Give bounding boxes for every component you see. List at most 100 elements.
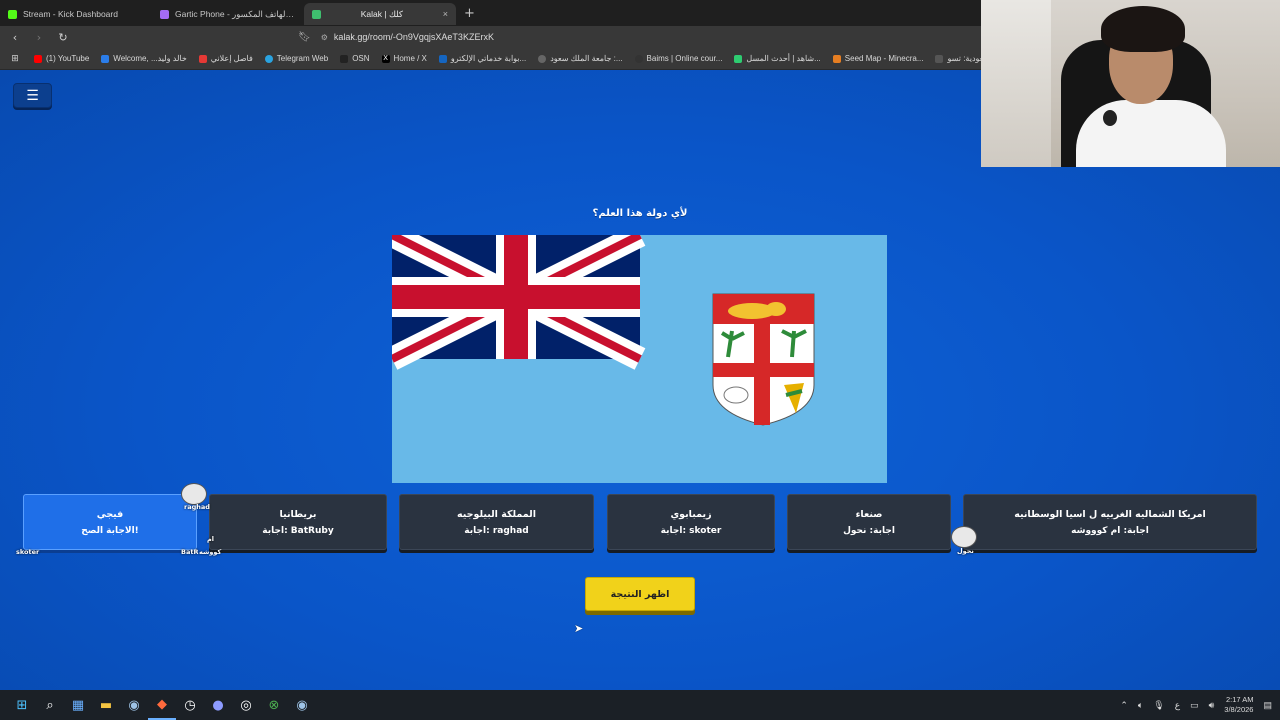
apps-grid-icon[interactable]: ⊞ (8, 54, 22, 64)
clock-app-icon[interactable]: ◷ (176, 690, 204, 720)
streamer-shirt (1076, 100, 1226, 167)
bookmark-item[interactable]: Baims | Online cour... (634, 54, 722, 63)
answer-title: فيجي (96, 508, 124, 520)
site-icon (438, 54, 447, 63)
osn-icon (340, 54, 349, 63)
answer-subtitle: الاجابة الصح! (81, 525, 139, 536)
player-tag-batruby: BatR (181, 548, 199, 556)
speaker-icon[interactable]: 🔈︎ (1138, 700, 1143, 711)
answer-title: امريكا الشماليه الغربيه ل اسيا الوسطانيه (1014, 508, 1206, 520)
menu-icon: ☰ (26, 87, 39, 104)
bookmark-item[interactable]: بوابة خدماتي الإلكترو... (438, 54, 526, 63)
clock-date: 3/8/2026 (1224, 705, 1254, 714)
answer-card[interactable]: زيمبابوي اجابة: skoter (607, 494, 775, 550)
fiji-flag-graphic (392, 235, 887, 483)
site-icon (832, 54, 841, 63)
answer-subtitle: اجابة: BatRuby (262, 525, 334, 536)
discord-icon[interactable]: ● (204, 690, 232, 720)
file-explorer-icon[interactable]: ▬ (92, 690, 120, 720)
clock[interactable]: 2:17 AM 3/8/2026 (1224, 695, 1253, 715)
gartic-icon (160, 9, 169, 19)
union-jack-canton (392, 235, 646, 370)
answer-subtitle: اجابة: raghad (464, 525, 529, 536)
player-avatar-raghad (181, 483, 207, 505)
bookmark-item[interactable]: X Home / X (381, 54, 427, 63)
widgets-icon[interactable]: ▦ (64, 690, 92, 720)
headset-mic (1103, 110, 1117, 126)
answer-title: صنعاء (855, 508, 883, 520)
network-icon[interactable]: ▭ (1190, 700, 1199, 711)
chevron-up-icon[interactable]: ⌃ (1120, 700, 1128, 711)
x-icon: X (381, 54, 390, 63)
answer-subtitle: اجابة: ام كوووشه (1071, 525, 1149, 536)
volume-icon[interactable]: 🔊︎ (1209, 700, 1215, 711)
answer-subtitle: اجابة: نحول (843, 525, 895, 536)
bookmark-item[interactable]: Telegram Web (264, 54, 328, 63)
kalak-icon (312, 9, 321, 19)
url-field[interactable]: ⚙ kalak.gg/room/-On9VgqjsXAeT3KZErxK (321, 32, 494, 42)
back-icon[interactable]: ‹ (8, 31, 22, 44)
search-icon[interactable]: ⌕ (36, 690, 64, 720)
site-info-icon[interactable]: ⚙ (321, 33, 328, 42)
microphone-icon[interactable]: 🎙︎ (1153, 700, 1164, 711)
site-icon (198, 54, 207, 63)
obs-icon[interactable]: ◎ (232, 690, 260, 720)
bookmark-item[interactable]: شاهد | أحدث المسل... (734, 54, 821, 63)
bookmark-item[interactable]: OSN (340, 54, 370, 63)
windows-taskbar: ⊞ ⌕ ▦ ▬ ◉ ◆ ◷ ● ◎ ⊗ ◉ ⌃ 🔈︎ 🎙︎ ع ▭ 🔊︎ 2:1… (0, 690, 1280, 720)
bookmark-item[interactable]: Seed Map - Minecra... (832, 54, 923, 63)
answer-card[interactable]: بريطانيا اجابة: BatRuby (209, 494, 387, 550)
notification-icon[interactable]: ▤ (1263, 700, 1272, 711)
show-result-button[interactable]: اظهر النتيجة (585, 577, 695, 611)
brave-browser-icon[interactable]: ◆ (148, 690, 176, 720)
player-tag-umm-kousha: كووشه (199, 548, 222, 556)
bookmark-item[interactable]: فاصل إعلاني (198, 54, 253, 63)
site-icon (935, 54, 944, 63)
answer-title: المملكة البيلوجيه (457, 508, 536, 520)
player-tag-skoter: skoter (16, 548, 40, 556)
new-tab-button[interactable]: + (456, 6, 483, 21)
clock-time: 2:17 AM (1225, 695, 1254, 704)
globe-icon (538, 54, 547, 63)
question-text: لأي دولة هذا العلم؟ (592, 208, 688, 219)
player-avatar-nahool (951, 526, 977, 548)
answer-card[interactable]: صنعاء اجابة: نحول (787, 494, 951, 550)
tab-gartic[interactable]: Gartic Phone - لعبة الهاتف المكسور (152, 3, 304, 25)
reload-icon[interactable]: ↻ (56, 31, 70, 44)
windows-start-icon[interactable]: ⊞ (8, 690, 36, 720)
kick-icon (8, 9, 17, 19)
webcam-overlay (981, 0, 1280, 167)
answer-card-correct[interactable]: فيجي الاجابة الصح! (23, 494, 197, 550)
streamer-hair (1101, 6, 1185, 52)
language-indicator[interactable]: ع (1175, 700, 1180, 711)
answer-title: بريطانيا (279, 508, 317, 520)
flag-image-fiji (392, 235, 887, 483)
background-shelf (981, 0, 1051, 167)
answer-subtitle: اجابة: skoter (660, 525, 722, 536)
steam-icon[interactable]: ◉ (120, 690, 148, 720)
system-tray: ⌃ 🔈︎ 🎙︎ ع ▭ 🔊︎ 2:17 AM 3/8/2026 ▤ (1120, 695, 1280, 715)
fiji-shield (712, 293, 815, 426)
xbox-icon[interactable]: ⊗ (260, 690, 288, 720)
answer-title: زيمبابوي (670, 508, 712, 520)
tab-title: Kalak | كلك (360, 8, 403, 19)
forward-icon[interactable]: › (32, 31, 46, 44)
bookmark-item[interactable]: جامعة الملك سعود :... (538, 54, 623, 63)
hamburger-menu-button[interactable]: ☰ (13, 83, 52, 108)
close-icon[interactable]: × (443, 9, 448, 19)
player-tag-umm: ام (207, 535, 214, 543)
tab-kick[interactable]: Stream - Kick Dashboard (0, 3, 152, 25)
tab-kalak[interactable]: Kalak | كلك × (304, 3, 456, 25)
answer-card[interactable]: المملكة البيلوجيه اجابة: raghad (399, 494, 594, 550)
answer-card[interactable]: امريكا الشماليه الغربيه ل اسيا الوسطانيه… (963, 494, 1257, 550)
player-tag-raghad: raghad (184, 503, 210, 511)
bookmark-item[interactable]: (1) YouTube (34, 54, 89, 63)
mouse-cursor-icon: ➤ (574, 622, 584, 635)
steam-icon-2[interactable]: ◉ (288, 690, 316, 720)
bookmark-icon[interactable]: 🔖︎ (298, 32, 311, 43)
answers-row: فيجي الاجابة الصح! بريطانيا اجابة: BatRu… (0, 483, 1280, 556)
telegram-icon (264, 54, 273, 63)
bookmark-item[interactable]: Welcome, ...خالد وليد (101, 54, 187, 63)
url-text: kalak.gg/room/-On9VgqjsXAeT3KZErxK (333, 32, 494, 42)
site-icon (634, 54, 643, 63)
